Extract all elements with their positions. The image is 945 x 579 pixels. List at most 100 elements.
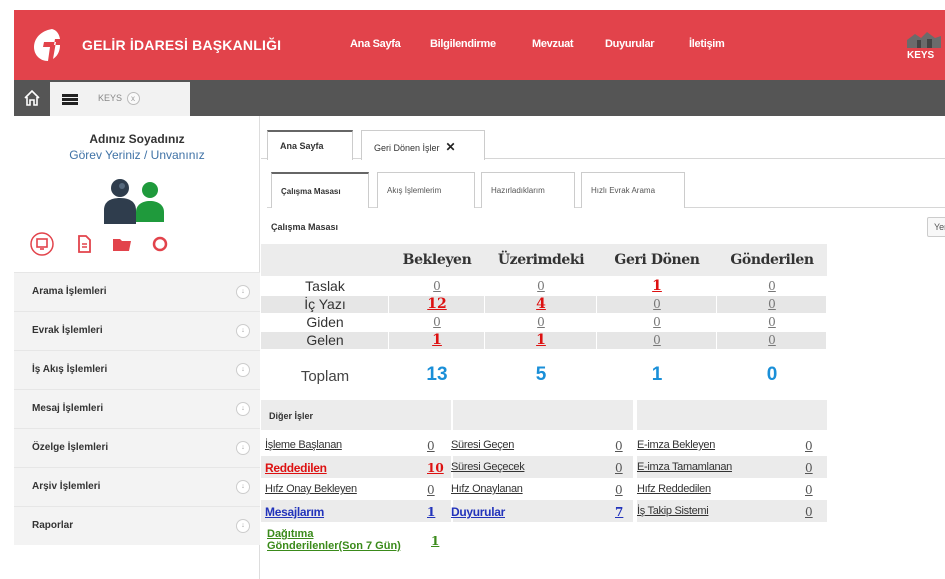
nav-info[interactable]: Bilgilendirme [430, 38, 496, 50]
document-icon[interactable] [72, 232, 96, 256]
list-item-count[interactable]: 0 [615, 439, 623, 453]
col-header-pending: Bekleyen [402, 252, 472, 268]
list-item-link[interactable]: Hıfz Reddedilen [637, 483, 711, 495]
settings-ring-icon[interactable] [148, 232, 172, 256]
sidebar-item-workflow[interactable]: İş Akış İşlemleri ↓ [14, 350, 260, 389]
tab-workdesk[interactable]: Çalışma Masası [271, 172, 369, 208]
row-label: Giden [306, 314, 344, 330]
list-item-link[interactable]: Mesajlarım [265, 505, 324, 519]
table-cell-link[interactable]: 0 [485, 314, 597, 331]
sidebar-item-documents[interactable]: Evrak İşlemleri ↓ [14, 311, 260, 350]
total-sent[interactable]: 0 [717, 364, 827, 386]
distributed-count[interactable]: 1 [431, 534, 439, 548]
table-cell-link[interactable]: 0 [597, 296, 717, 313]
list-item-count[interactable]: 0 [615, 461, 623, 475]
list-item-link[interactable]: Duyurular [451, 505, 505, 519]
nav-home[interactable]: Ana Sayfa [350, 38, 401, 50]
tab-flow-actions[interactable]: Akış İşlemlerim [377, 172, 475, 208]
list-item-link[interactable]: İşleme Başlanan [265, 439, 342, 451]
user-title: Görev Yeriniz / Unvanınız [69, 148, 205, 162]
chevron-down-icon[interactable]: ↓ [236, 285, 250, 299]
tab-quick-search[interactable]: Hızlı Evrak Arama [581, 172, 685, 208]
tab-label: Ana Sayfa [280, 141, 324, 151]
sub-tabs: Çalışma Masası Akış İşlemlerim Hazırladı… [267, 172, 945, 208]
chevron-down-icon[interactable]: ↓ [236, 441, 250, 455]
gib-logo-icon[interactable] [30, 27, 62, 63]
list-item-count[interactable]: 0 [805, 505, 813, 519]
sidebar-item-rulings[interactable]: Özelge İşlemleri ↓ [14, 428, 260, 467]
list-row: Mesajlarım 1 Duyurular 7 İş Takip Sistemi 0 [261, 500, 827, 522]
table-cell-link[interactable]: 1 [389, 332, 485, 349]
chevron-down-icon[interactable]: ↓ [236, 480, 250, 494]
list-item-link[interactable]: Hıfz Onaylanan [451, 483, 523, 495]
list-row: İşleme Başlanan 0 Süresi Geçen 0 E-imza Bekl… [261, 434, 827, 456]
close-app-tab-icon[interactable]: x [126, 92, 140, 105]
col-header-returned: Geri Dönen [614, 252, 700, 268]
table-cell-link[interactable]: 0 [717, 332, 827, 349]
nav-legislation[interactable]: Mevzuat [532, 38, 574, 50]
table-cell-link[interactable]: 0 [389, 314, 485, 331]
col-header-sent: Gönderilen [730, 252, 814, 268]
refresh-button[interactable]: Yenile [927, 217, 945, 237]
list-item-count[interactable]: 0 [805, 439, 813, 453]
home-button[interactable] [14, 80, 50, 116]
total-returned[interactable]: 1 [597, 364, 717, 386]
table-cell-link[interactable]: 12 [389, 296, 485, 313]
other-tasks-header: Diğer İşler [261, 400, 451, 430]
list-item-link[interactable]: Süresi Geçen [451, 439, 514, 451]
table-cell-link[interactable]: 1 [485, 332, 597, 349]
sidebar-item-label: Raporlar [32, 520, 74, 531]
chevron-down-icon[interactable]: ↓ [236, 324, 250, 338]
tab-prepared[interactable]: Hazırladıklarım [481, 172, 575, 208]
list-item-link[interactable]: Süresi Geçecek [451, 461, 525, 473]
tab-returned-tasks[interactable]: Geri Dönen İşler ✕ [361, 130, 485, 160]
sidebar-item-search[interactable]: Arama İşlemleri ↓ [14, 272, 260, 311]
list-item-count[interactable]: 0 [427, 483, 435, 497]
keys-app-tab[interactable]: KEYS x [98, 92, 140, 105]
sidebar-item-reports[interactable]: Raporlar ↓ [14, 506, 260, 545]
list-item-count[interactable]: 0 [805, 483, 813, 497]
table-cell-link[interactable]: 0 [597, 332, 717, 349]
table-cell-link[interactable]: 0 [717, 296, 827, 313]
monitor-icon[interactable] [30, 232, 54, 256]
distributed-link[interactable]: Dağıtıma Gönderilenler(Son 7 Gün) [267, 528, 407, 552]
app-tab-bar: KEYS x [14, 80, 945, 116]
table-cell-link[interactable]: 0 [389, 278, 485, 295]
table-cell-link[interactable]: 0 [717, 314, 827, 331]
table-cell-link[interactable]: 0 [485, 278, 597, 295]
close-icon[interactable]: ✕ [446, 140, 456, 154]
list-item-count[interactable]: 1 [427, 505, 435, 519]
table-cell-link[interactable]: 1 [597, 278, 717, 295]
side-menu: Arama İşlemleri ↓ Evrak İşlemleri ↓ İş Akı… [14, 272, 260, 545]
table-cell-link[interactable]: 0 [597, 314, 717, 331]
chevron-down-icon[interactable]: ↓ [236, 519, 250, 533]
list-item-count[interactable]: 0 [615, 483, 623, 497]
list-item-count[interactable]: 0 [805, 461, 813, 475]
list-item-link[interactable]: İş Takip Sistemi [637, 505, 709, 517]
table-cell-link[interactable]: 4 [485, 296, 597, 313]
list-item-link[interactable]: E-imza Tamamlanan [637, 461, 732, 473]
list-item-link[interactable]: Hıfz Onay Bekleyen [265, 483, 357, 495]
quick-actions [24, 232, 224, 256]
table-cell-link[interactable]: 0 [717, 278, 827, 295]
list-item-link[interactable]: E-imza Bekleyen [637, 439, 715, 451]
user-avatars-icon[interactable] [96, 174, 176, 224]
total-assigned[interactable]: 5 [485, 364, 597, 386]
nav-announcements[interactable]: Duyurular [605, 38, 655, 50]
list-item-count[interactable]: 0 [427, 439, 435, 453]
list-item-link[interactable]: Reddedilen [265, 461, 327, 475]
sidebar-item-messages[interactable]: Mesaj İşlemleri ↓ [14, 389, 260, 428]
sidebar-item-archive[interactable]: Arşiv İşlemleri ↓ [14, 467, 260, 506]
list-item-count[interactable]: 7 [615, 505, 623, 519]
table-row: Giden 0 0 0 0 [261, 314, 827, 331]
total-pending[interactable]: 13 [389, 364, 485, 386]
brand-title[interactable]: GELİR İDARESİ BAŞKANLIĞI [82, 37, 281, 53]
list-item-count[interactable]: 10 [427, 461, 444, 475]
hamburger-menu-icon[interactable] [62, 94, 78, 105]
folder-icon[interactable] [110, 232, 134, 256]
chevron-down-icon[interactable]: ↓ [236, 363, 250, 377]
nav-contact[interactable]: İletişim [689, 38, 725, 50]
keys-app-tab-label: KEYS [98, 93, 123, 103]
chevron-down-icon[interactable]: ↓ [236, 402, 250, 416]
tab-home[interactable]: Ana Sayfa [267, 130, 353, 160]
